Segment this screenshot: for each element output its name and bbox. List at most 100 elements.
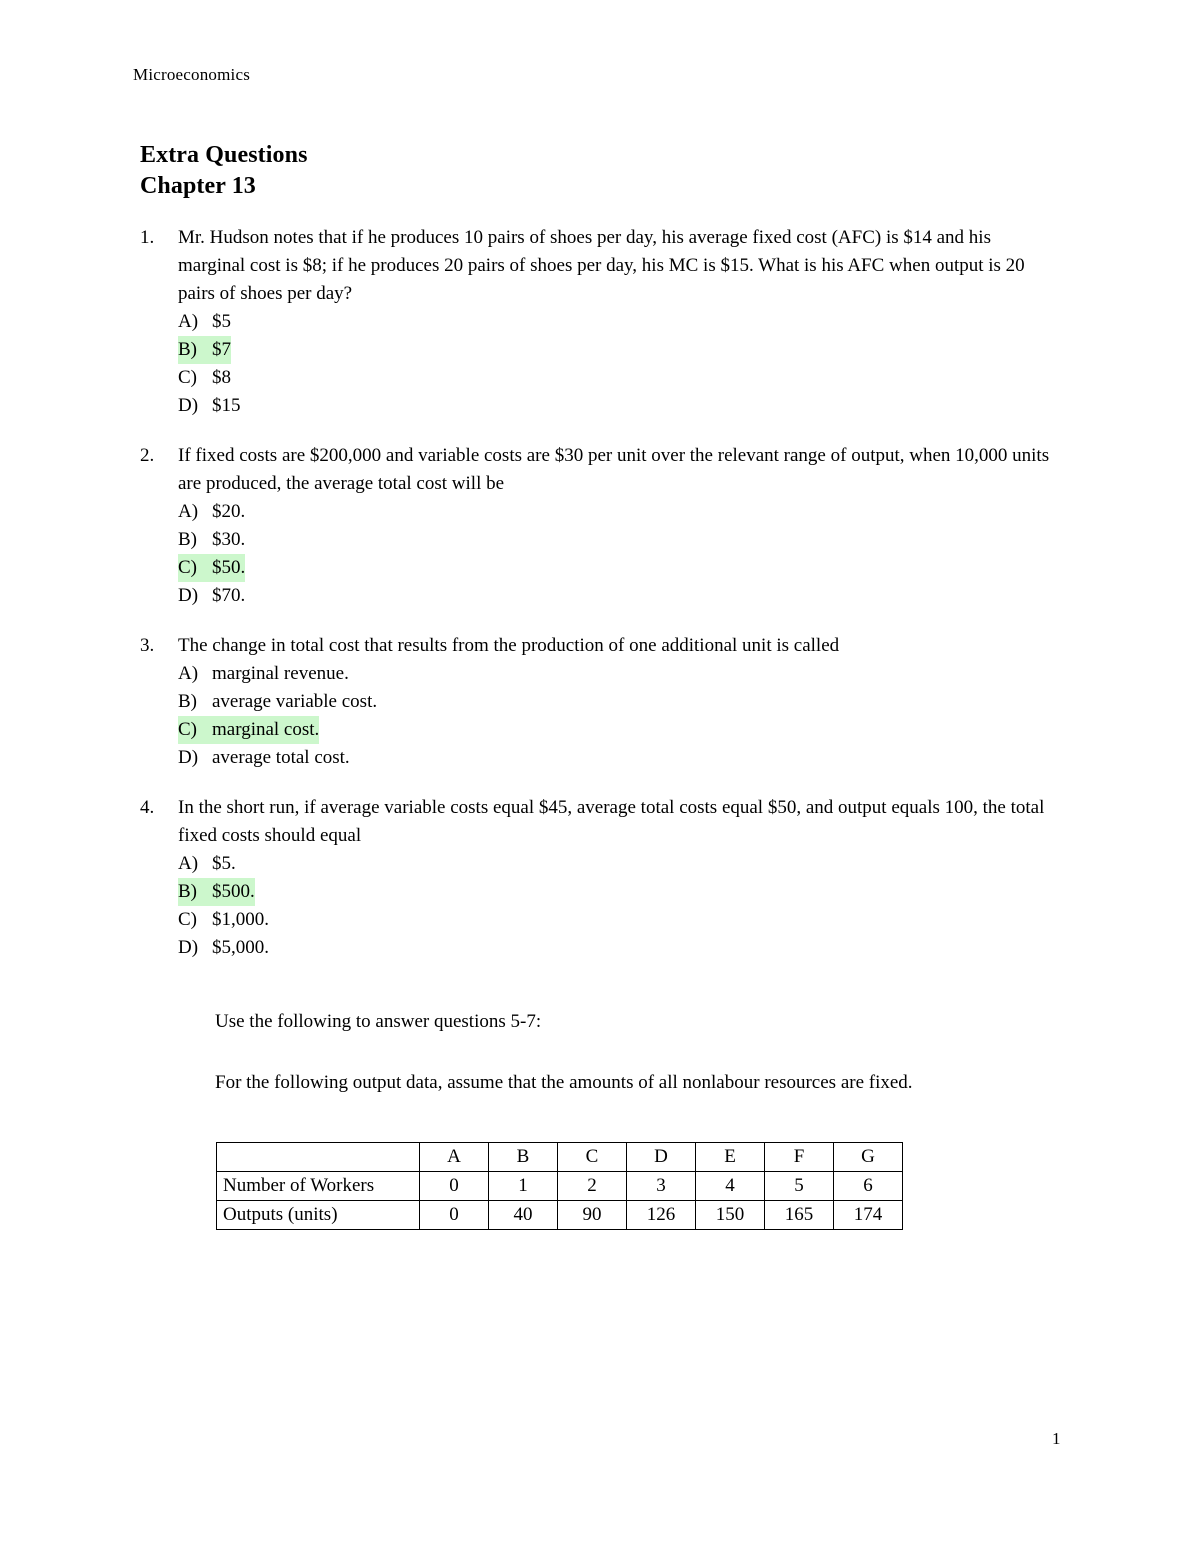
table-cell: 1 xyxy=(488,1171,558,1201)
answer-option[interactable]: A) $5 xyxy=(178,308,1060,336)
answer-option-content: B) $7 xyxy=(178,336,231,364)
question-list: 1. Mr. Hudson notes that if he produces 1… xyxy=(140,224,1060,984)
answer-option-letter: D) xyxy=(178,395,199,416)
answer-option[interactable]: C) $8 xyxy=(178,364,1060,392)
table-cell: 174 xyxy=(833,1200,903,1230)
table-cell: 6 xyxy=(833,1171,903,1201)
answer-option-text: marginal revenue. xyxy=(212,663,349,684)
answer-options: A) marginal revenue. B) average variable co… xyxy=(140,660,1060,772)
question-number: 3. xyxy=(140,635,155,656)
answer-option-letter: C) xyxy=(178,367,197,388)
answer-option[interactable]: D) average total cost. xyxy=(178,744,1060,772)
answer-option-text: $30. xyxy=(212,529,246,550)
answer-option-text: average variable cost. xyxy=(212,691,378,712)
answer-option-content: C) $1,000. xyxy=(178,906,269,934)
answer-option-content: B) average variable cost. xyxy=(178,688,377,716)
answer-option-content: D) average total cost. xyxy=(178,744,350,772)
answer-option-letter: A) xyxy=(178,311,199,332)
answer-option-text: $20. xyxy=(212,501,246,522)
answer-options: A) $20. B) $30. C) $50. D) $70. xyxy=(140,498,1060,610)
answer-option-letter: D) xyxy=(178,747,199,768)
table-cell: 90 xyxy=(557,1200,627,1230)
answer-option-content: A) $5 xyxy=(178,308,231,336)
answer-option[interactable]: A) $20. xyxy=(178,498,1060,526)
answer-option-text: $5 xyxy=(212,311,231,332)
answer-option-letter: B) xyxy=(178,529,197,550)
answer-option-letter: C) xyxy=(178,909,197,930)
answer-option-letter: B) xyxy=(178,881,197,902)
question-stem: The change in total cost that results fr… xyxy=(178,635,840,656)
instructions-heading: Use the following to answer questions 5-… xyxy=(215,1011,542,1032)
output-data-table-wrapper: A B C D E F G Number of Workers 0 1 2 3 4 5 6 Outputs (… xyxy=(216,1142,903,1230)
answer-option-letter: A) xyxy=(178,853,199,874)
answer-option-highlighted[interactable]: C) marginal cost. xyxy=(178,716,1060,744)
answer-option[interactable]: A) $5. xyxy=(178,850,1060,878)
question-stem: Mr. Hudson notes that if he produces 10 … xyxy=(178,227,1025,304)
answer-option-text: average total cost. xyxy=(212,747,350,768)
question-number: 4. xyxy=(140,797,155,818)
answer-option-text: $70. xyxy=(212,585,246,606)
answer-option[interactable]: A) marginal revenue. xyxy=(178,660,1060,688)
question-block: 2. If fixed costs are $200,000 and variab… xyxy=(140,442,1060,610)
answer-option-content: D) $5,000. xyxy=(178,934,269,962)
question-block: 4. In the short run, if average variable … xyxy=(140,794,1060,962)
answer-option-text: marginal cost. xyxy=(212,719,320,740)
answer-option-letter: D) xyxy=(178,585,199,606)
answer-option-content: D) $70. xyxy=(178,582,245,610)
table-column-header: G xyxy=(833,1142,903,1172)
table-column-header: A xyxy=(419,1142,489,1172)
instructions-body: For the following output data, assume th… xyxy=(215,1072,913,1093)
answer-option[interactable]: B) $30. xyxy=(178,526,1060,554)
answer-option-letter: D) xyxy=(178,937,199,958)
table-row-label: Outputs (units) xyxy=(216,1200,420,1230)
question-header: 3. The change in total cost that results … xyxy=(140,632,1060,660)
table-column-header: F xyxy=(764,1142,834,1172)
shared-instructions: Use the following to answer questions 5-… xyxy=(215,1008,1055,1097)
answer-option-highlighted[interactable]: B) $7 xyxy=(178,336,1060,364)
question-header: 4. In the short run, if average variable … xyxy=(140,794,1060,850)
answer-option-letter: B) xyxy=(178,339,197,360)
question-block: 3. The change in total cost that results … xyxy=(140,632,1060,772)
document-page: Microeconomics Extra Questions Chapter 1… xyxy=(0,0,1200,1553)
table-cell: 165 xyxy=(764,1200,834,1230)
running-header: Microeconomics xyxy=(133,65,251,84)
answer-option[interactable]: D) $15 xyxy=(178,392,1060,420)
answer-option-highlighted[interactable]: B) $500. xyxy=(178,878,1060,906)
table-column-header: C xyxy=(557,1142,627,1172)
page-title: Extra Questions Chapter 13 xyxy=(140,140,308,202)
answer-option-text: $5. xyxy=(212,853,236,874)
answer-options: A) $5. B) $500. C) $1,000. D) $5,000. xyxy=(140,850,1060,962)
answer-option-letter: C) xyxy=(178,719,197,740)
answer-option-text: $5,000. xyxy=(212,937,269,958)
answer-option-highlighted[interactable]: C) $50. xyxy=(178,554,1060,582)
table-row: Outputs (units) 0 40 90 126 150 165 174 xyxy=(216,1200,903,1230)
answer-option[interactable]: B) average variable cost. xyxy=(178,688,1060,716)
table-cell: 0 xyxy=(419,1171,489,1201)
table-column-header: D xyxy=(626,1142,696,1172)
table-cell: 4 xyxy=(695,1171,765,1201)
answer-option-letter: B) xyxy=(178,691,197,712)
question-stem: In the short run, if average variable co… xyxy=(178,797,1045,846)
answer-option-letter: C) xyxy=(178,557,197,578)
table-cell: 5 xyxy=(764,1171,834,1201)
question-number: 1. xyxy=(140,227,155,248)
answer-option[interactable]: D) $5,000. xyxy=(178,934,1060,962)
answer-option-text: $500. xyxy=(212,881,255,902)
table-row: Number of Workers 0 1 2 3 4 5 6 xyxy=(216,1171,903,1201)
table-cell: 0 xyxy=(419,1200,489,1230)
answer-option[interactable]: D) $70. xyxy=(178,582,1060,610)
answer-option-content: C) $50. xyxy=(178,554,246,582)
table-header-row: ABCDEFG xyxy=(216,1142,903,1172)
answer-option-text: $15 xyxy=(212,395,241,416)
question-block: 1. Mr. Hudson notes that if he produces 1… xyxy=(140,224,1060,420)
page-title-line-1: Extra Questions xyxy=(140,142,308,168)
question-header: 1. Mr. Hudson notes that if he produces 1… xyxy=(140,224,1060,308)
answer-option-text: $7 xyxy=(212,339,231,360)
answer-option[interactable]: C) $1,000. xyxy=(178,906,1060,934)
table-cell: 40 xyxy=(488,1200,558,1230)
table-cell: 3 xyxy=(626,1171,696,1201)
table-corner-cell xyxy=(216,1142,420,1172)
answer-option-content: D) $15 xyxy=(178,392,241,420)
table-cell: 2 xyxy=(557,1171,627,1201)
answer-option-letter: A) xyxy=(178,501,199,522)
